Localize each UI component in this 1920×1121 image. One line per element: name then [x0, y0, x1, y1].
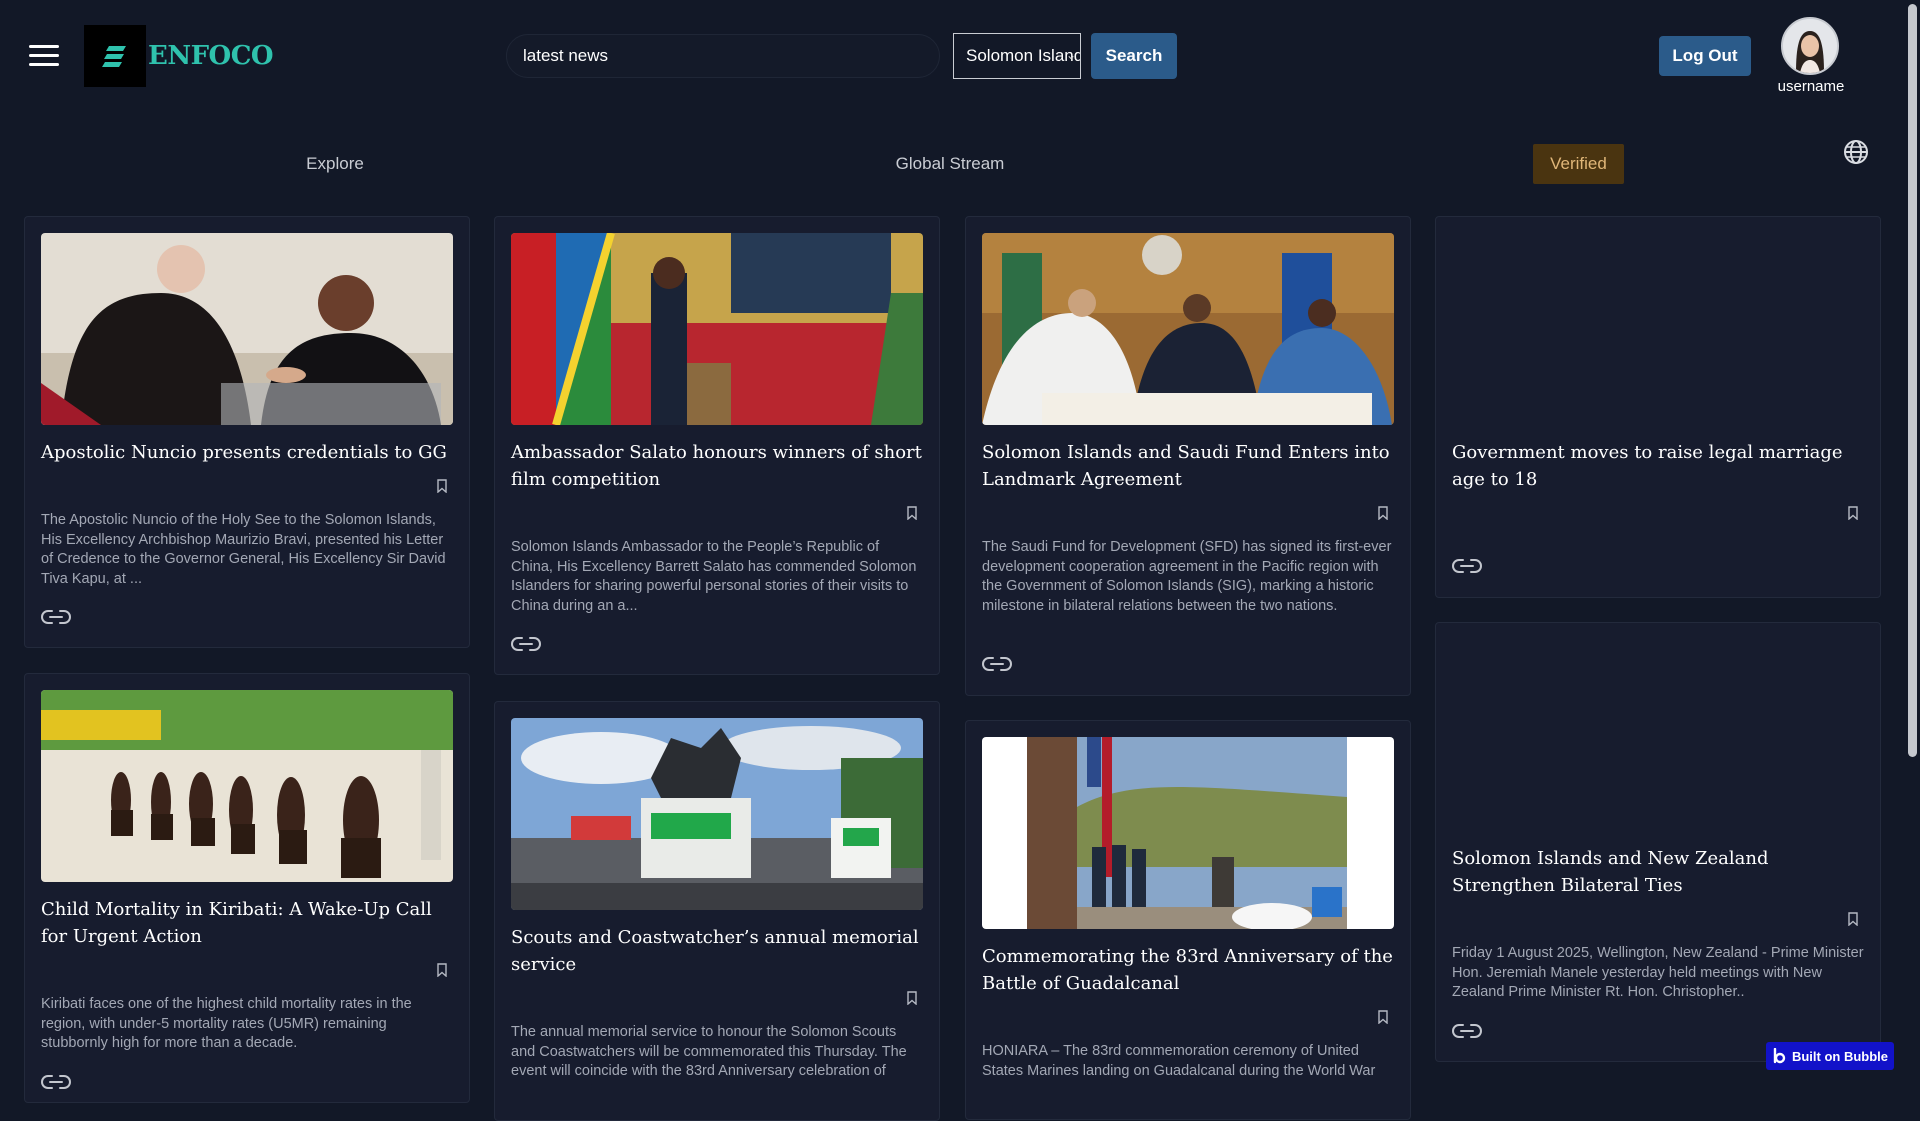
search-button[interactable]: Search — [1091, 33, 1177, 79]
logo-text: ENFOCO — [148, 41, 274, 71]
bookmark-icon[interactable] — [437, 479, 447, 493]
article-card[interactable]: Apostolic Nuncio presents credentials to… — [24, 216, 470, 648]
article-card[interactable]: Government moves to raise legal marriage… — [1435, 216, 1881, 598]
chevron-down-icon: ⌄ — [1065, 48, 1076, 62]
link-icon[interactable] — [511, 636, 541, 652]
link-icon[interactable] — [1452, 558, 1482, 574]
tab-explore[interactable]: Explore — [280, 144, 390, 184]
article-title[interactable]: Solomon Islands and New Zealand Strength… — [1452, 845, 1864, 899]
bubble-badge-label: Built on Bubble — [1791, 1048, 1889, 1064]
link-icon[interactable] — [982, 656, 1012, 672]
article-card[interactable]: Solomon Islands and New Zealand Strength… — [1435, 622, 1881, 1062]
article-image — [511, 233, 923, 425]
link-icon[interactable] — [41, 1074, 71, 1090]
link-icon[interactable] — [41, 609, 71, 625]
article-title[interactable]: Government moves to raise legal marriage… — [1452, 439, 1864, 493]
avatar[interactable] — [1781, 17, 1839, 75]
article-card[interactable]: Solomon Islands and Saudi Fund Enters in… — [965, 216, 1411, 696]
article-title[interactable]: Solomon Islands and Saudi Fund Enters in… — [982, 439, 1394, 493]
link-icon[interactable] — [1452, 1023, 1482, 1039]
bookmark-icon[interactable] — [437, 963, 447, 977]
article-title[interactable]: Ambassador Salato honours winners of sho… — [511, 439, 923, 493]
bookmark-icon[interactable] — [1848, 506, 1858, 520]
bookmark-icon[interactable] — [1378, 506, 1388, 520]
logo[interactable]: ENFOCO — [84, 25, 274, 87]
tab-verified[interactable]: Verified — [1533, 144, 1624, 184]
article-image — [41, 233, 453, 425]
country-select[interactable]: Solomon Islands ⌄ — [953, 33, 1081, 79]
logout-button[interactable]: Log Out — [1659, 36, 1751, 76]
country-select-value: Solomon Islands — [966, 46, 1081, 65]
article-image — [41, 690, 453, 882]
article-image — [511, 718, 923, 910]
article-description: Friday 1 August 2025, Wellington, New Ze… — [1452, 945, 1864, 1000]
article-description: The Apostolic Nuncio of the Holy See to … — [41, 512, 446, 587]
hamburger-menu-icon[interactable] — [29, 45, 59, 67]
article-title[interactable]: Child Mortality in Kiribati: A Wake-Up C… — [41, 896, 453, 950]
bookmark-icon[interactable] — [1378, 1010, 1388, 1024]
article-description: HONIARA – The 83rd commemoration ceremon… — [982, 1043, 1376, 1079]
scrollbar-thumb[interactable] — [1908, 4, 1917, 757]
bookmark-icon[interactable] — [907, 991, 917, 1005]
article-title[interactable]: Commemorating the 83rd Anniversary of th… — [982, 943, 1394, 997]
article-description: Kiribati faces one of the highest child … — [41, 996, 412, 1051]
built-on-bubble-badge[interactable]: Built on Bubble — [1766, 1042, 1894, 1070]
article-image — [982, 233, 1394, 425]
article-title[interactable]: Scouts and Coastwatcher’s annual memoria… — [511, 924, 923, 978]
article-description: The annual memorial service to honour th… — [511, 1024, 907, 1079]
article-title[interactable]: Apostolic Nuncio presents credentials to… — [41, 439, 453, 466]
article-card[interactable]: Scouts and Coastwatcher’s annual memoria… — [494, 701, 940, 1121]
tab-global-stream[interactable]: Global Stream — [880, 144, 1020, 184]
logo-mark-icon — [84, 25, 146, 87]
article-card[interactable]: Child Mortality in Kiribati: A Wake-Up C… — [24, 673, 470, 1103]
article-description: Solomon Islands Ambassador to the People… — [511, 539, 917, 614]
bookmark-icon[interactable] — [907, 506, 917, 520]
search-input[interactable] — [506, 34, 940, 78]
article-card[interactable]: Ambassador Salato honours winners of sho… — [494, 216, 940, 675]
article-description: The Saudi Fund for Development (SFD) has… — [982, 539, 1392, 614]
bubble-icon — [1773, 1048, 1786, 1064]
article-card[interactable]: Commemorating the 83rd Anniversary of th… — [965, 720, 1411, 1120]
username-label: username — [1777, 78, 1845, 95]
article-image — [982, 737, 1394, 929]
bookmark-icon[interactable] — [1848, 912, 1858, 926]
globe-icon[interactable] — [1843, 139, 1869, 165]
